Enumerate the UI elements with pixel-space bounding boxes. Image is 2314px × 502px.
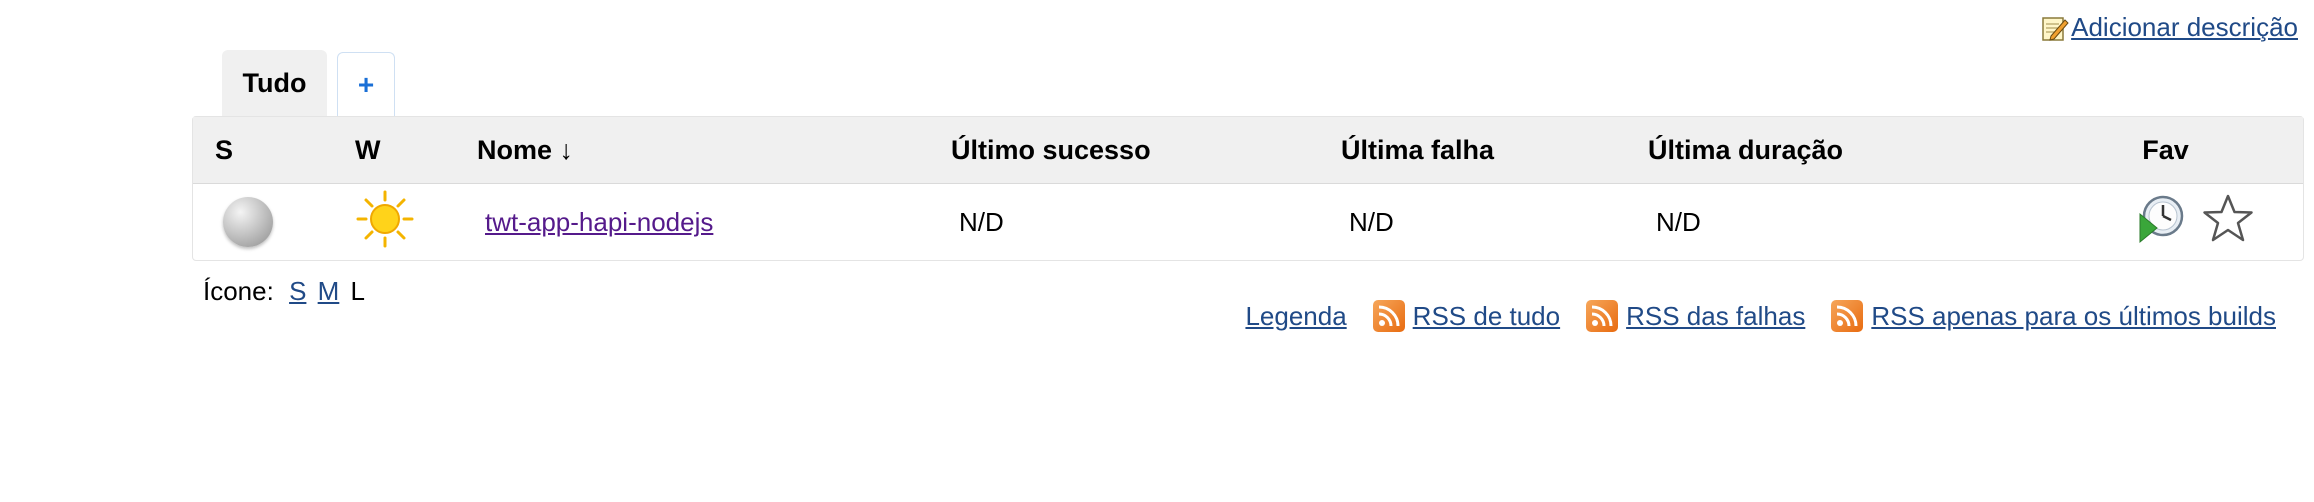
fav-cell <box>2028 184 2303 260</box>
rss-failures-item: RSS das falhas <box>1586 300 1805 332</box>
table-header-row: S W Nome ↓ Último sucesso Última falha Ú… <box>193 117 2303 184</box>
last-success-value: N/D <box>959 206 1004 237</box>
legend-link[interactable]: Legenda <box>1245 301 1346 332</box>
add-view-tab[interactable]: + <box>337 52 395 116</box>
icon-size-s[interactable]: S <box>289 276 306 306</box>
column-header-last-failure[interactable]: Última falha <box>1341 117 1648 184</box>
favorite-star-icon[interactable] <box>2201 192 2255 253</box>
last-success-cell: N/D <box>951 184 1341 260</box>
rss-icon <box>1586 300 1619 332</box>
edit-note-icon <box>2041 14 2069 42</box>
sun-icon <box>355 189 415 256</box>
rss-latest-link[interactable]: RSS apenas para os últimos builds <box>1871 301 2276 332</box>
last-failure-value: N/D <box>1349 206 1394 237</box>
table-row: twt-app-hapi-nodejs N/D N/D N/D <box>193 184 2303 260</box>
column-header-name[interactable]: Nome ↓ <box>477 117 951 184</box>
job-link[interactable]: twt-app-hapi-nodejs <box>485 207 713 237</box>
schedule-build-icon[interactable] <box>2137 194 2187 251</box>
jobs-table: S W Nome ↓ Último sucesso Última falha Ú… <box>192 116 2304 261</box>
last-duration-cell: N/D <box>1648 184 2028 260</box>
column-header-last-duration[interactable]: Última duração <box>1648 117 2028 184</box>
footer-links: Legenda RSS de tudo RSS das falhas RSS a… <box>1245 300 2276 332</box>
icon-size-m[interactable]: M <box>318 276 340 306</box>
status-cell <box>193 184 355 260</box>
grey-ball-icon <box>223 197 273 247</box>
weather-cell <box>355 184 477 260</box>
job-name-cell: twt-app-hapi-nodejs <box>477 184 951 260</box>
rss-icon <box>1372 300 1405 332</box>
rss-icon <box>1831 300 1864 332</box>
column-header-weather[interactable]: W <box>355 117 477 184</box>
icon-size-label: Ícone: <box>203 276 274 306</box>
column-header-fav[interactable]: Fav <box>2028 117 2303 184</box>
tab-all[interactable]: Tudo <box>222 50 327 116</box>
column-header-last-success[interactable]: Último sucesso <box>951 117 1341 184</box>
add-description-link[interactable]: Adicionar descrição <box>2071 12 2298 43</box>
icon-size-selector: Ícone: S M L <box>203 276 365 307</box>
rss-all-link[interactable]: RSS de tudo <box>1413 301 1560 332</box>
view-tabs: Tudo + <box>222 50 395 116</box>
rss-all-item: RSS de tudo <box>1372 300 1560 332</box>
rss-failures-link[interactable]: RSS das falhas <box>1626 301 1805 332</box>
last-duration-value: N/D <box>1656 206 1701 237</box>
add-description[interactable]: Adicionar descrição <box>2041 12 2298 43</box>
icon-size-l: L <box>350 276 366 306</box>
rss-latest-item: RSS apenas para os últimos builds <box>1831 300 2276 332</box>
column-header-status[interactable]: S <box>193 117 355 184</box>
last-failure-cell: N/D <box>1341 184 1648 260</box>
